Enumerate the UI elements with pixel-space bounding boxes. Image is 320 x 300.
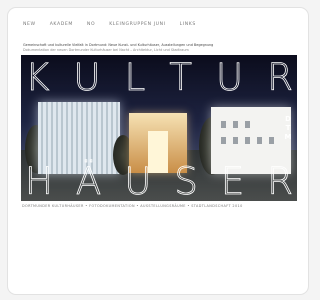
page-card: NEW AKADEM NO KLEINGRUPPEN JUNI LINKS Ge… — [7, 7, 309, 295]
side-letter: T — [285, 124, 291, 132]
hero-letter: K — [25, 56, 50, 99]
side-letter: D — [285, 115, 291, 123]
hero-side-letters: D T M — [283, 115, 293, 142]
intro-text: Gemeinschaft und kulturelle Vielfalt in … — [23, 43, 263, 52]
intro-line-2: Dokumentation der neuen Dortmunder Kultu… — [23, 47, 189, 52]
side-letter: M — [284, 133, 292, 141]
hero-letter: R — [267, 56, 294, 99]
hero-word-hauser: H Ä U S E R — [25, 160, 294, 201]
hero-letter: H — [25, 160, 54, 201]
hero-letter: U — [216, 56, 244, 99]
hero-letter: R — [267, 160, 294, 201]
hero-letter: Ä — [75, 160, 102, 201]
window — [233, 121, 238, 128]
hero-letter: L — [124, 56, 146, 99]
hero-letter: U — [124, 160, 152, 201]
nav-item-links[interactable]: LINKS — [180, 22, 196, 27]
nav-item-akadem[interactable]: AKADEM — [50, 22, 73, 27]
window — [221, 121, 226, 128]
hero-caption: Dortmunder Kulturhäuser • Fotodokumentat… — [22, 204, 243, 208]
hero-word-kultur: K U L T U R — [25, 56, 294, 99]
nav-item-no[interactable]: NO — [87, 22, 95, 27]
hero-letter: T — [169, 56, 192, 99]
hero-image: K U L T U R D T M H Ä U S E R — [21, 55, 297, 201]
window — [269, 137, 274, 144]
window — [245, 137, 250, 144]
window — [221, 137, 226, 144]
top-navigation: NEW AKADEM NO KLEINGRUPPEN JUNI LINKS — [23, 22, 196, 27]
window — [245, 121, 250, 128]
hero-letter: E — [220, 160, 245, 201]
nav-item-kleingruppen[interactable]: KLEINGRUPPEN JUNI — [109, 22, 165, 27]
hero-letter: U — [73, 56, 101, 99]
hero-letter: S — [174, 160, 198, 201]
nav-item-new[interactable]: NEW — [23, 22, 36, 27]
window — [257, 137, 262, 144]
window — [233, 137, 238, 144]
